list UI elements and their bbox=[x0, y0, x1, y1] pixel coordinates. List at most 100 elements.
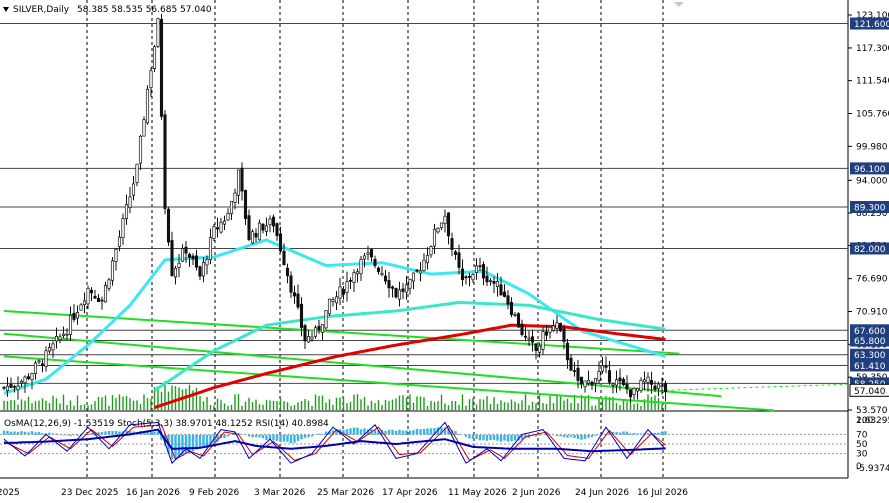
candle-body bbox=[9, 383, 13, 388]
candle-body bbox=[184, 246, 188, 254]
candle-body bbox=[527, 337, 531, 340]
candle-body bbox=[425, 255, 430, 264]
osma-bar bbox=[594, 434, 597, 436]
osc-tick-label: 50 bbox=[856, 440, 868, 450]
x-tick-label: 2 Jun 2026 bbox=[512, 488, 561, 498]
osma-bar bbox=[289, 434, 293, 444]
osma-bar bbox=[310, 434, 314, 437]
candle-body bbox=[439, 222, 444, 229]
candle-body bbox=[352, 272, 356, 284]
candle-body bbox=[544, 331, 549, 336]
candle-body bbox=[271, 216, 276, 227]
osma-bar bbox=[286, 434, 289, 442]
candle-body bbox=[383, 275, 388, 282]
candle-body bbox=[229, 200, 234, 214]
osma-bar bbox=[205, 434, 209, 447]
candle-body bbox=[54, 336, 59, 342]
osma-bar bbox=[251, 434, 254, 438]
candle-body bbox=[173, 267, 178, 278]
candle-body bbox=[558, 322, 563, 332]
osma-bar bbox=[296, 434, 300, 441]
candle-body bbox=[397, 289, 402, 300]
candle-body bbox=[30, 373, 34, 381]
candle-body bbox=[2, 386, 6, 389]
x-tick-label: 17 Apr 2026 bbox=[382, 488, 438, 498]
candle-body bbox=[289, 275, 293, 293]
osma-bar bbox=[247, 434, 251, 437]
candle-body bbox=[362, 255, 367, 260]
x-tick-label: 23 Dec 2025 bbox=[61, 488, 119, 498]
candle-body bbox=[170, 240, 174, 277]
candle-body bbox=[5, 385, 10, 392]
candle-body bbox=[471, 274, 475, 281]
candle-body bbox=[506, 295, 510, 305]
osc-tick-label: 70 bbox=[856, 430, 868, 440]
scroll-marker-icon[interactable] bbox=[674, 2, 684, 7]
x-tick-label: 24 Jun 2026 bbox=[575, 488, 629, 498]
candle-body bbox=[317, 325, 321, 331]
candle-body bbox=[537, 345, 542, 353]
candle-body bbox=[649, 380, 654, 385]
candle-body bbox=[593, 377, 598, 384]
candle-body bbox=[621, 378, 626, 385]
osma-bar bbox=[356, 427, 359, 435]
candle-body bbox=[47, 347, 52, 352]
candle-body bbox=[642, 379, 647, 383]
candle-body bbox=[303, 325, 307, 342]
y-tick-label: 117.300 bbox=[856, 44, 889, 54]
candle-body bbox=[313, 327, 318, 337]
candle-body bbox=[236, 169, 241, 196]
candle-body bbox=[264, 225, 269, 232]
candle-body bbox=[457, 252, 461, 268]
osma-bar bbox=[503, 434, 506, 441]
candle-body bbox=[121, 218, 125, 239]
candle-body bbox=[516, 313, 521, 328]
candle-body bbox=[219, 222, 223, 233]
osma-bar bbox=[576, 434, 580, 439]
level-price-label: 82.000 bbox=[854, 245, 886, 255]
candle-body bbox=[366, 252, 370, 255]
osma-bar bbox=[307, 434, 310, 438]
osma-bar bbox=[499, 434, 503, 442]
candle-body bbox=[128, 196, 132, 208]
osma-bar bbox=[279, 434, 282, 442]
candle-body bbox=[586, 379, 591, 384]
candle-body bbox=[215, 227, 220, 230]
osma-bar bbox=[415, 428, 419, 435]
candle-body bbox=[296, 293, 300, 308]
candle-body bbox=[663, 383, 668, 393]
candle-body bbox=[198, 266, 202, 277]
candle-body bbox=[341, 289, 346, 295]
osma-bar bbox=[566, 434, 569, 438]
y-tick-label: 111.540 bbox=[856, 77, 889, 87]
candle-body bbox=[446, 212, 451, 237]
osma-bar bbox=[492, 434, 496, 440]
candle-body bbox=[443, 215, 447, 224]
candle-body bbox=[460, 268, 465, 281]
collapse-arrow-icon[interactable] bbox=[3, 7, 9, 12]
osma-bar bbox=[496, 434, 499, 441]
osma-bar bbox=[506, 434, 510, 442]
candle-body bbox=[107, 279, 111, 289]
candle-body bbox=[96, 297, 101, 303]
candle-body bbox=[474, 265, 479, 274]
candle-body bbox=[58, 336, 62, 340]
price-axis: 123.100117.300111.540105.76099.98094.000… bbox=[848, 11, 889, 474]
osma-bar bbox=[580, 434, 583, 440]
candle-body bbox=[93, 295, 97, 299]
candle-body bbox=[187, 253, 192, 258]
osma-bar bbox=[275, 434, 279, 441]
osma-bar bbox=[569, 434, 573, 437]
x-tick-label: 3 Mar 2026 bbox=[254, 488, 306, 498]
osma-bar bbox=[482, 434, 485, 441]
osma-bar bbox=[345, 429, 349, 435]
osma-bar bbox=[653, 432, 657, 435]
y-tick-label: 53.570 bbox=[856, 406, 888, 416]
candle-body bbox=[103, 285, 108, 303]
candle-body bbox=[548, 326, 552, 333]
osma-bar bbox=[258, 434, 261, 438]
osma-bar bbox=[401, 430, 405, 435]
candle-body bbox=[124, 204, 129, 219]
osma-bar bbox=[317, 433, 321, 435]
level-price-label: 61.410 bbox=[854, 362, 886, 372]
